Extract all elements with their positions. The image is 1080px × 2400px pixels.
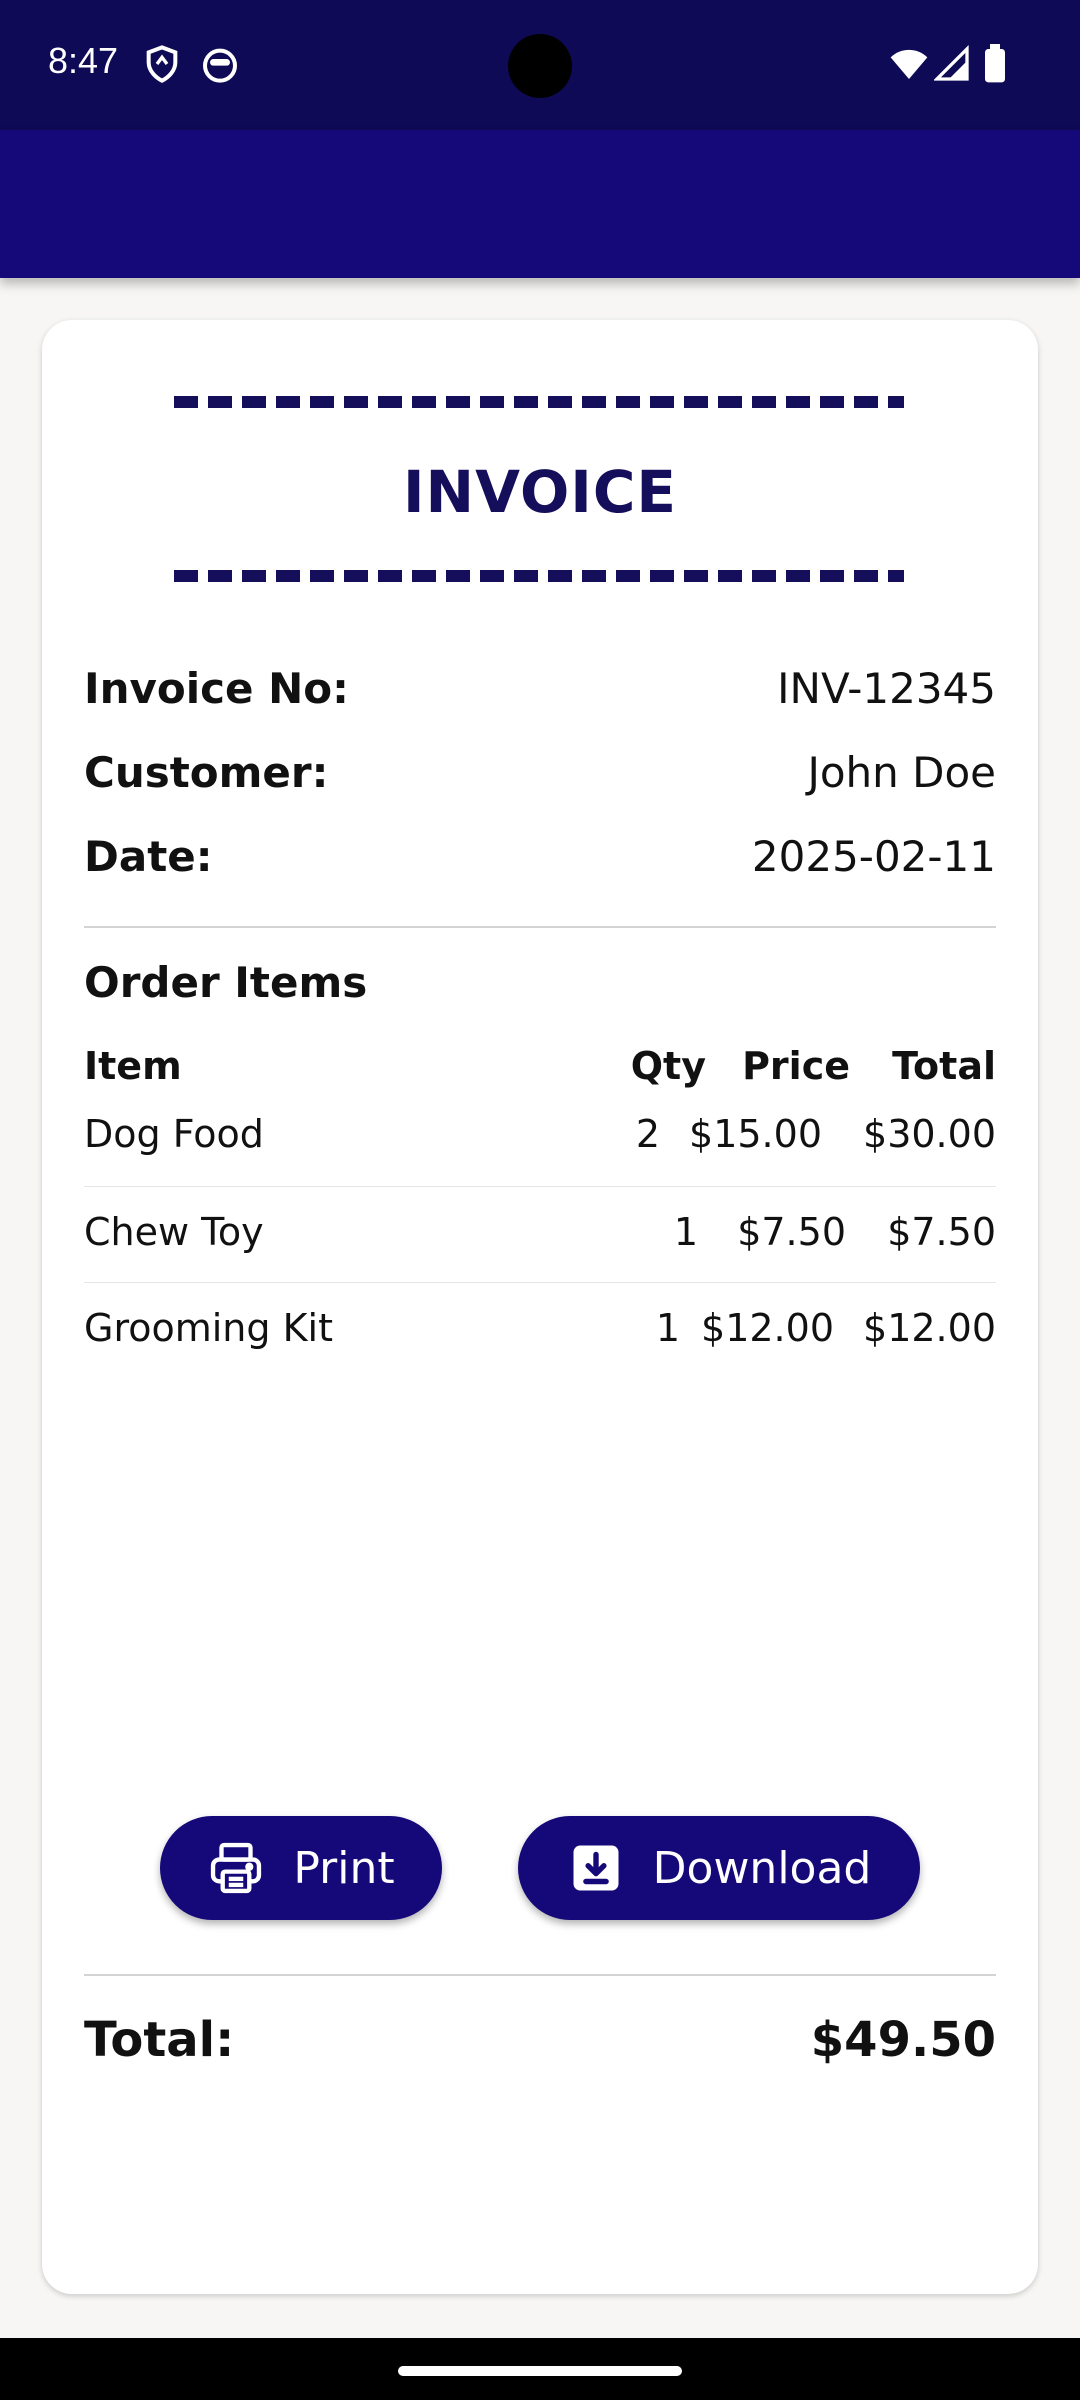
item-price: $15.00 xyxy=(689,1112,822,1156)
home-gesture-handle[interactable] xyxy=(398,2366,682,2376)
shield-icon xyxy=(142,44,182,84)
item-name: Chew Toy xyxy=(84,1210,264,1254)
item-total: $12.00 xyxy=(863,1306,996,1350)
item-name: Grooming Kit xyxy=(84,1306,333,1350)
customer-value: John Doe xyxy=(807,748,996,797)
invoice-card: INVOICE Invoice No: INV-12345 Customer: … xyxy=(42,320,1038,2294)
divider xyxy=(84,926,996,928)
download-label: Download xyxy=(652,1842,872,1894)
invoice-no-value: INV-12345 xyxy=(777,664,996,713)
print-button[interactable]: Print xyxy=(160,1816,442,1920)
navigation-bar xyxy=(0,2338,1080,2400)
title-dash-top xyxy=(174,396,904,408)
battery-icon xyxy=(982,44,1022,84)
total-value: $49.50 xyxy=(810,2012,996,2068)
table-row: Grooming Kit 1 $12.00 $12.00 xyxy=(84,1306,996,1366)
invoice-no-label: Invoice No: xyxy=(84,664,349,713)
item-qty: 2 xyxy=(635,1112,660,1156)
signal-icon xyxy=(933,44,974,84)
order-items-title: Order Items xyxy=(84,958,368,1007)
status-bar: 8:47 xyxy=(0,0,1080,130)
print-label: Print xyxy=(293,1842,395,1894)
date-value: 2025-02-11 xyxy=(751,832,996,881)
item-qty: 1 xyxy=(655,1306,680,1350)
download-button[interactable]: Download xyxy=(518,1816,920,1920)
item-name: Dog Food xyxy=(84,1112,264,1156)
wifi-icon xyxy=(888,44,928,84)
table-header: Item Qty Price Total xyxy=(84,1044,996,1104)
printer-icon xyxy=(207,1839,265,1897)
item-qty: 1 xyxy=(673,1210,698,1254)
column-price: Price xyxy=(742,1044,850,1088)
status-time: 8:47 xyxy=(48,40,119,81)
app-bar xyxy=(0,130,1080,278)
item-total: $7.50 xyxy=(887,1210,996,1254)
date-label: Date: xyxy=(84,832,213,881)
table-row: Chew Toy 1 $7.50 $7.50 xyxy=(84,1210,996,1270)
face-icon xyxy=(200,44,240,84)
item-price: $7.50 xyxy=(737,1210,846,1254)
row-divider xyxy=(84,1282,996,1283)
table-row: Dog Food 2 $15.00 $30.00 xyxy=(84,1112,996,1172)
total-label: Total: xyxy=(84,2012,235,2068)
total-divider xyxy=(84,1974,996,1976)
row-divider xyxy=(84,1186,996,1187)
item-price: $12.00 xyxy=(701,1306,834,1350)
invoice-title: INVOICE xyxy=(402,458,678,526)
title-dash-bottom xyxy=(174,570,904,582)
front-camera xyxy=(508,34,572,98)
column-total: Total xyxy=(892,1044,996,1088)
download-icon xyxy=(567,1839,625,1897)
column-item: Item xyxy=(84,1044,182,1088)
item-total: $30.00 xyxy=(863,1112,996,1156)
customer-label: Customer: xyxy=(84,748,329,797)
column-qty: Qty xyxy=(630,1044,706,1088)
